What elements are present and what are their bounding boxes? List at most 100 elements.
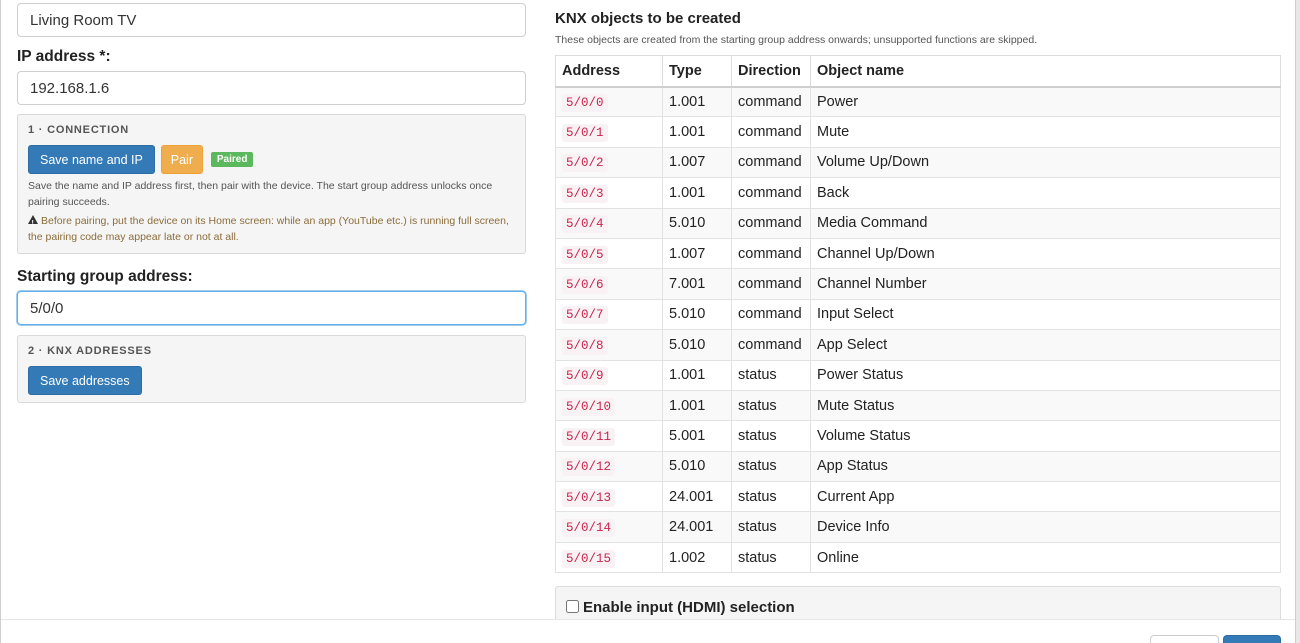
group-address: 5/0/9 [562, 367, 608, 386]
object-name: Power [810, 85, 1281, 118]
connection-panel-title: 1 · CONNECTION [28, 124, 130, 136]
dpt-type: 1.001 [662, 85, 732, 118]
warning-icon [28, 215, 38, 232]
object-name: Device Info [810, 511, 1281, 543]
object-name: Channel Number [810, 268, 1281, 300]
column-header-direction: Direction [731, 55, 811, 88]
table-row: 5/0/1 1.001 command Mute [555, 116, 1281, 148]
group-address: 5/0/4 [562, 215, 608, 234]
group-address: 5/0/0 [562, 93, 608, 112]
direction: command [731, 298, 811, 331]
direction: command [731, 85, 811, 118]
table-row: 5/0/8 5.010 command App Select [555, 329, 1281, 361]
direction: command [731, 268, 811, 300]
hdmi-selection-label[interactable]: Enable input (HDMI) selection [583, 599, 795, 616]
save-name-ip-button[interactable]: Save name and IP [28, 145, 155, 174]
direction: command [731, 329, 811, 361]
device-name-value: Living Room TV [30, 11, 137, 29]
starting-group-value: 5/0/0 [30, 299, 64, 317]
dpt-type: 24.001 [662, 511, 732, 543]
table-row: 5/0/6 7.001 command Channel Number [555, 268, 1281, 300]
direction: status [731, 389, 811, 422]
table-row: 5/0/11 5.001 status Volume Status [555, 420, 1281, 452]
object-name: App Status [810, 450, 1281, 483]
paired-status-badge: Paired [210, 152, 254, 167]
table-row: 5/0/12 5.010 status App Status [555, 450, 1281, 483]
connection-help-text: Save the name and IP address first, then… [28, 180, 493, 208]
ip-address-value: 192.168.1.6 [30, 79, 110, 97]
starting-group-input[interactable]: 5/0/0 [17, 291, 526, 325]
object-name: Current App [810, 481, 1281, 513]
dpt-type: 5.001 [662, 420, 732, 452]
dpt-type: 1.001 [662, 177, 732, 209]
group-address: 5/0/3 [562, 184, 608, 203]
table-row: 5/0/9 1.001 status Power Status [555, 359, 1281, 391]
group-address: 5/0/5 [562, 245, 608, 264]
group-address: 5/0/7 [562, 306, 608, 325]
object-name: Volume Status [810, 420, 1281, 452]
objects-heading: KNX objects to be created [555, 10, 741, 27]
object-name: App Select [810, 329, 1281, 361]
group-address: 5/0/8 [562, 336, 608, 355]
table-row: 5/0/13 24.001 status Current App [555, 481, 1281, 513]
direction: status [731, 541, 811, 574]
ip-address-label: IP address *: [17, 48, 111, 65]
table-row: 5/0/2 1.007 command Volume Up/Down [555, 146, 1281, 179]
dpt-type: 1.007 [662, 237, 732, 270]
dpt-type: 5.010 [662, 207, 732, 239]
direction: command [731, 177, 811, 209]
dpt-type: 1.001 [662, 116, 732, 148]
column-header-address: Address [555, 55, 663, 88]
device-config-dialog: Living Room TV IP address *: 192.168.1.6… [0, 0, 1296, 643]
table-row: 5/0/4 5.010 command Media Command [555, 207, 1281, 239]
group-address: 5/0/11 [562, 427, 616, 446]
group-address: 5/0/10 [562, 397, 616, 416]
object-name: Online [810, 541, 1281, 574]
connection-panel: 1 · CONNECTION Save name and IP Pair Pai… [17, 114, 526, 254]
device-name-input[interactable]: Living Room TV [17, 3, 526, 37]
dialog-footer [1, 619, 1295, 643]
object-name: Media Command [810, 207, 1281, 239]
direction: command [731, 207, 811, 239]
cancel-button[interactable] [1150, 635, 1219, 643]
direction: command [731, 146, 811, 179]
group-address: 5/0/2 [562, 154, 608, 173]
group-address: 5/0/13 [562, 488, 616, 507]
group-address: 5/0/1 [562, 124, 608, 143]
dpt-type: 1.001 [662, 359, 732, 391]
object-name: Mute Status [810, 389, 1281, 422]
table-row: 5/0/14 24.001 status Device Info [555, 511, 1281, 543]
object-name: Power Status [810, 359, 1281, 391]
dpt-type: 7.001 [662, 268, 732, 300]
object-name: Mute [810, 116, 1281, 148]
group-address: 5/0/6 [562, 276, 608, 295]
direction: status [731, 481, 811, 513]
table-body: 5/0/0 1.001 command Power 5/0/1 1.001 command… [555, 85, 1281, 574]
pair-button[interactable]: Pair [160, 145, 203, 174]
direction: status [731, 511, 811, 543]
table-row: 5/0/3 1.001 command Back [555, 177, 1281, 209]
dpt-type: 5.010 [662, 450, 732, 483]
group-address: 5/0/15 [562, 549, 616, 568]
ip-address-input[interactable]: 192.168.1.6 [17, 71, 526, 105]
object-name: Input Select [810, 298, 1281, 331]
table-row: 5/0/7 5.010 command Input Select [555, 298, 1281, 331]
group-address: 5/0/12 [562, 458, 616, 477]
save-addresses-button[interactable]: Save addresses [28, 366, 142, 395]
dpt-type: 1.001 [662, 389, 732, 422]
dpt-type: 5.010 [662, 298, 732, 331]
table-row: 5/0/0 1.001 command Power [555, 85, 1281, 118]
table-row: 5/0/10 1.001 status Mute Status [555, 389, 1281, 422]
object-name: Channel Up/Down [810, 237, 1281, 270]
column-header-object-name: Object name [810, 55, 1281, 88]
table-row: 5/0/15 1.002 status Online [555, 541, 1281, 574]
knx-addresses-panel: 2 · KNX ADDRESSES Save addresses [17, 335, 526, 403]
knx-objects-table: Address Type Direction Object name 5/0/0… [555, 55, 1281, 574]
direction: command [731, 237, 811, 270]
table-row: 5/0/5 1.007 command Channel Up/Down [555, 237, 1281, 270]
object-name: Back [810, 177, 1281, 209]
pairing-warning-text: Before pairing, put the device on its Ho… [28, 215, 509, 243]
direction: status [731, 359, 811, 391]
hdmi-selection-checkbox[interactable] [566, 600, 579, 613]
confirm-button[interactable] [1223, 635, 1281, 643]
